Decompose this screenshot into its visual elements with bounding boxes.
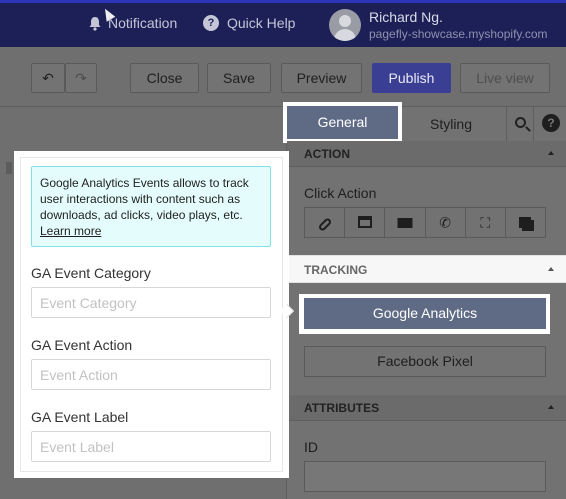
search-button[interactable] <box>506 107 534 143</box>
id-label: ID <box>304 439 318 455</box>
ga-event-category-label: GA Event Category <box>31 265 151 281</box>
mail-option[interactable] <box>385 208 426 237</box>
google-analytics-button[interactable]: Google Analytics <box>304 298 546 329</box>
ga-event-category-input[interactable] <box>31 287 271 318</box>
save-button[interactable]: Save <box>207 63 271 93</box>
click-action-label: Click Action <box>304 185 377 201</box>
help-icon[interactable]: ? <box>542 114 560 132</box>
action-section-header[interactable]: ACTION <box>287 141 566 167</box>
undo-button[interactable]: ↶ <box>31 63 65 93</box>
attributes-section-header[interactable]: ATTRIBUTES <box>287 395 566 421</box>
store-domain: pagefly-showcase.myshopify.com <box>369 27 548 41</box>
click-action-options: ✆ ⛶ <box>304 207 546 238</box>
fullscreen-icon: ⛶ <box>480 214 491 230</box>
collapse-caret-icon <box>548 151 554 155</box>
phone-icon: ✆ <box>439 214 451 230</box>
notification-label: Notification <box>108 15 178 31</box>
learn-more-link[interactable]: Learn more <box>40 223 262 239</box>
collapse-caret-icon <box>548 405 554 409</box>
bell-icon <box>89 16 101 31</box>
template-option[interactable] <box>345 208 386 237</box>
canvas-handle[interactable] <box>6 162 12 174</box>
tracking-section-title: TRACKING <box>304 263 368 277</box>
collapse-caret-icon <box>548 267 554 271</box>
avatar-body-shape <box>334 29 356 41</box>
user-name[interactable]: Richard Ng. <box>369 9 443 25</box>
copy-option[interactable] <box>506 208 545 237</box>
ga-event-action-input[interactable] <box>31 359 271 390</box>
editor-toolbar: ↶ ↷ Close Save Preview Publish Live view <box>0 47 566 107</box>
tab-general[interactable]: General <box>287 106 398 139</box>
redo-button[interactable]: ↷ <box>65 63 97 93</box>
live-view-button[interactable]: Live view <box>460 63 550 93</box>
action-section-title: ACTION <box>304 147 350 161</box>
fullscreen-option[interactable]: ⛶ <box>466 208 506 237</box>
facebook-pixel-button[interactable]: Facebook Pixel <box>304 346 546 377</box>
quick-help-button[interactable]: ? Quick Help <box>203 15 295 31</box>
avatar-head-shape <box>339 15 351 27</box>
quick-help-label: Quick Help <box>227 15 296 31</box>
link-icon <box>317 215 333 232</box>
tab-styling[interactable]: Styling <box>405 107 497 143</box>
id-input[interactable] <box>304 461 546 492</box>
tracking-section-header[interactable]: TRACKING <box>287 255 566 283</box>
ga-event-label-input[interactable] <box>31 431 271 462</box>
ga-event-action-label: GA Event Action <box>31 337 133 353</box>
preview-button[interactable]: Preview <box>281 63 362 93</box>
attributes-section-title: ATTRIBUTES <box>304 401 380 415</box>
search-icon-handle <box>525 126 531 132</box>
question-icon: ? <box>203 15 219 31</box>
phone-option[interactable]: ✆ <box>426 208 466 237</box>
ga-info-callout: Google Analytics Events allows to track … <box>31 166 271 247</box>
search-icon <box>515 117 526 128</box>
publish-button[interactable]: Publish <box>372 63 451 93</box>
close-button[interactable]: Close <box>130 63 199 93</box>
notification-button[interactable]: Notification <box>88 15 177 31</box>
link-option[interactable] <box>305 208 346 237</box>
template-icon <box>357 215 372 231</box>
mail-icon <box>397 215 413 231</box>
top-navigation-bar: Notification ? Quick Help Richard Ng. pa… <box>0 0 566 47</box>
ga-event-label-label: GA Event Label <box>31 409 129 425</box>
ga-info-text: Google Analytics Events allows to track … <box>40 176 249 222</box>
avatar[interactable] <box>329 9 361 41</box>
copy-icon <box>519 215 532 231</box>
